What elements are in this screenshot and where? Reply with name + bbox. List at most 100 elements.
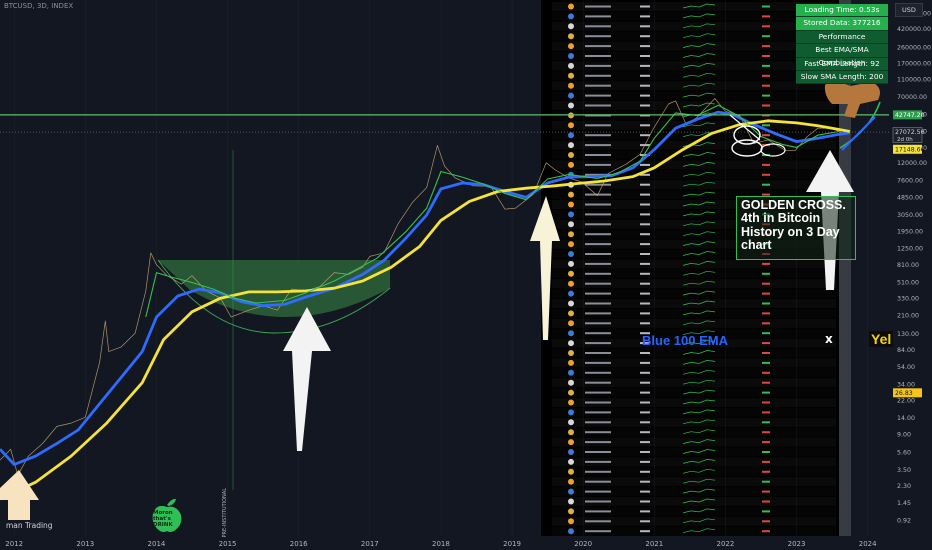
screener-row-icon (568, 152, 574, 158)
screener-row-value (640, 530, 650, 533)
screener-row-name (585, 55, 611, 57)
panel-row-performance: Performance (796, 30, 888, 45)
price-label: 26.83 (895, 390, 913, 397)
x-tick-label: 2016 (290, 540, 308, 548)
screener-row-name (585, 183, 611, 186)
x-tick-label: 2024 (859, 540, 877, 548)
screener-row-icon (568, 359, 574, 366)
screener-row-value (640, 441, 650, 444)
screener-row-value (640, 510, 650, 513)
screener-row-icon (568, 429, 574, 436)
y-tick-label: 9.00 (897, 431, 911, 438)
y-tick-label: 12000.00 (897, 160, 927, 167)
screener-row-name (585, 213, 611, 216)
screener-row-change (762, 470, 770, 473)
screener-row-icon (568, 389, 574, 396)
screener-row-value (640, 55, 650, 57)
screener-row-change (762, 45, 770, 48)
screener-row-icon (568, 419, 574, 426)
screener-row-name (585, 262, 611, 265)
screener-row-name (585, 154, 611, 156)
currency-button[interactable]: USD (895, 3, 923, 17)
annotation-line: chart (741, 238, 772, 253)
screener-row-value (640, 352, 650, 354)
screener-row-icon (568, 132, 574, 139)
screener-row-name (585, 64, 611, 67)
y-tick-label: 260000.00 (897, 44, 931, 51)
screener-row-value (640, 381, 650, 384)
screener-row-change (762, 431, 770, 434)
screener-row-icon (568, 161, 574, 168)
screener-row-value (640, 64, 650, 67)
screener-row-icon (568, 142, 574, 149)
screener-row-icon (568, 290, 574, 297)
panel-row-fast-ema: Fast EMA Length: 92 (796, 57, 888, 71)
screener-row-change (762, 302, 770, 305)
screener-row-name (585, 292, 611, 295)
y-tick-label: 810.00 (897, 262, 919, 269)
screener-row-icon (568, 369, 574, 376)
screener-row-name (585, 391, 611, 394)
screener-row-name (585, 322, 611, 325)
yellow-label[interactable]: Yel (869, 331, 894, 347)
screener-row-change (762, 480, 770, 483)
y-tick-label: 1250.00 (897, 245, 923, 252)
screener-row-name (585, 460, 611, 463)
screener-row-name (585, 312, 611, 315)
screener-row-icon (568, 409, 574, 416)
screener-row-name (585, 272, 611, 275)
screener-row-value (640, 94, 650, 97)
screener-row-name (585, 441, 611, 444)
screener-row-change (762, 371, 770, 374)
screener-row-icon (568, 251, 574, 257)
screener-row-name (585, 104, 611, 107)
x-tick-label: 2022 (717, 540, 735, 548)
blue-ema-label[interactable]: Blue 100 EMA (642, 333, 728, 348)
screener-row-value (640, 391, 650, 394)
x-tick-label: 2012 (5, 540, 23, 548)
y-tick-label: 22.00 (897, 398, 915, 405)
screener-row-icon (568, 260, 574, 267)
screener-row-change (762, 5, 770, 8)
screener-row-icon (568, 221, 574, 228)
screener-row-icon (568, 310, 574, 317)
price-chart[interactable]: 2012 2013 2014 2015 2016 2017 2018 2019 2020 2021… (0, 0, 932, 550)
screener-row-name (585, 282, 611, 285)
y-tick-label: 4850.00 (897, 194, 923, 201)
screener-row-change (762, 84, 770, 87)
screener-row-value (640, 272, 650, 275)
screener-row-value (640, 490, 650, 493)
screener-row-value (640, 282, 650, 285)
logo-text: Moron that's DRINK (153, 510, 173, 528)
screener-row-name (585, 451, 611, 453)
annotation-line: 4th in Bitcoin (741, 211, 821, 226)
ticker-label: BTCUSD, 3D, INDEX (4, 2, 74, 10)
x-tick-label: 2018 (432, 540, 450, 548)
y-tick-label: 34.00 (897, 381, 915, 388)
y-tick-label: 5.60 (897, 449, 911, 456)
screener-row-icon (568, 498, 574, 505)
screener-row-name (585, 411, 611, 414)
screener-row-value (640, 361, 650, 364)
screener-row-name (585, 203, 611, 206)
screener-row-icon (568, 449, 574, 455)
screener-row-value (640, 411, 650, 414)
screener-row-change (762, 530, 770, 533)
y-tick-label: 210.00 (897, 313, 919, 320)
screener-row-value (640, 223, 650, 226)
x-tick-label: 2014 (148, 540, 166, 548)
screener-row-name (585, 431, 611, 434)
panel-row-slow-sma: Slow SMA Length: 200 (796, 70, 888, 85)
screener-row-name (585, 490, 611, 493)
y-tick-label: 14.00 (897, 415, 915, 422)
screener-row-change (762, 520, 770, 523)
screener-row-value (640, 451, 650, 453)
screener-row-icon (568, 458, 574, 465)
screener-row-value (640, 302, 650, 305)
price-label: 27072.56 (895, 129, 925, 136)
x-tick-label: 2023 (788, 540, 806, 548)
y-tick-label: 1950.00 (897, 229, 923, 236)
golden-cross-annotation[interactable]: GOLDEN CROSS. 4th in Bitcoin History on … (736, 196, 856, 260)
screener-row-name (585, 381, 611, 384)
screener-row-name (585, 530, 611, 533)
